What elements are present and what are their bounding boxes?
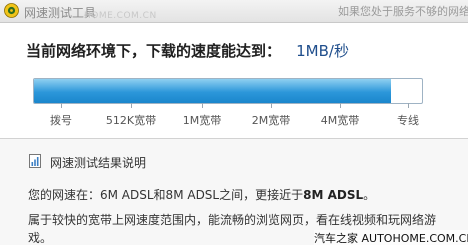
scale-label-4m: 4M宽带 [320,114,360,127]
scale-label-2m: 2M宽带 [251,114,291,127]
scale-label-1m: 1M宽带 [182,114,222,127]
result-description-line-1: 属于较快的宽带上网速度范围内，能流畅的浏览网页，看在线视频和玩网络游 [28,213,437,227]
meter-tick-3 [271,103,272,108]
speed-meter [33,78,423,104]
result-summary: 您的网速在：6M ADSL和8M ADSL之间，更接近于8M ADSL。 [28,186,375,203]
result-summary-prefix: 您的网速在：6M ADSL和8M ADSL之间，更接近于 [28,188,304,202]
scale-label-512k: 512K宽带 [105,114,157,127]
meter-tick-5 [408,103,409,108]
speed-label: 当前网络环境下，下载的速度能达到： [26,42,282,60]
result-summary-suffix: 。 [363,188,376,202]
result-description-line-2: 戏。 [28,231,53,245]
chart-document-icon [29,154,41,168]
speed-test-window: 网速测试工具 HOME.COM.CN 如果您处于服务不够的网络 当前网络环境下，… [0,0,468,245]
meter-tick-2 [202,103,203,108]
speed-value: 1MB/秒 [296,42,349,60]
bottom-watermark: 汽车之家 AUTOHOME.COM.CN [314,230,468,245]
top-watermark: HOME.COM.CN [84,11,157,21]
speed-scale: 拨号 512K宽带 1M宽带 2M宽带 4M宽带 专线 [0,112,468,128]
meter-tick-4 [340,103,341,108]
speed-meter-ticks [33,103,421,109]
meter-tick-1 [131,103,132,108]
meter-tick-0 [61,103,62,108]
title-bar: 网速测试工具 HOME.COM.CN 如果您处于服务不够的网络 [0,0,468,23]
top-right-text-fragment: 如果您处于服务不够的网络 [338,5,468,18]
speed-meter-fill [34,79,391,103]
result-summary-highlight: 8M ADSL [303,188,364,202]
scale-label-dialup: 拨号 [50,114,72,127]
result-section-title: 网速测试结果说明 [50,156,147,170]
speed-result-line: 当前网络环境下，下载的速度能达到： 1MB/秒 [26,40,349,61]
scale-label-dedicated: 专线 [397,114,419,127]
app-logo-icon [4,3,19,18]
